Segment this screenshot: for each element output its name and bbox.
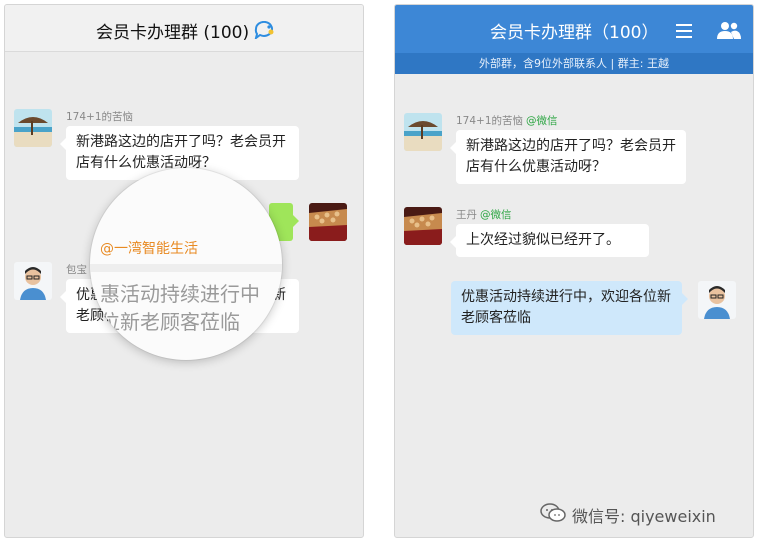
chat-title: 会员卡办理群（100） xyxy=(490,23,659,43)
message-bubble[interactable]: 上次经过貌似已经开了。 xyxy=(450,224,649,257)
right-chat-window: 会员卡办理群（100） 外部群，含9位外部联系人 | 群主: 王越 174+1的… xyxy=(394,4,754,538)
sender-name: 174+1的苦恼 xyxy=(66,111,134,123)
avatar[interactable] xyxy=(404,207,442,245)
watermark: 微信号: qiyeweixin xyxy=(540,503,716,527)
sender-name: 包宝 xyxy=(66,264,87,276)
watermark-text: 微信号: qiyeweixin xyxy=(572,507,716,526)
sender-name: 174+1的苦恼 @微信 xyxy=(456,113,558,128)
group-info-bar: 外部群，含9位外部联系人 | 群主: 王越 xyxy=(395,53,753,74)
sender-name: 王丹 @微信 xyxy=(456,207,512,222)
avatar[interactable] xyxy=(404,113,442,151)
avatar[interactable] xyxy=(14,262,52,300)
magnified-text: 惠活动持续进行中 xyxy=(100,282,260,306)
chat-header: 会员卡办理群（100） xyxy=(395,5,753,53)
mention-label: @一湾智能生活 xyxy=(100,241,198,257)
wechat-tag: @微信 xyxy=(480,209,512,221)
chat-header: 会员卡办理群 (100) xyxy=(5,5,363,52)
chat-bubble-icon[interactable] xyxy=(254,20,276,43)
sender-label: 174+1的苦恼 xyxy=(456,115,524,127)
wechat-tag: @微信 xyxy=(526,115,558,127)
message-bubble[interactable]: 新港路这边的店开了吗？老会员开店有什么优惠活动呀？ xyxy=(450,130,686,184)
menu-icon[interactable] xyxy=(676,23,692,42)
left-chat-window: 会员卡办理群 (100) 174+1的苦恼 新港路这边的店开了吗？老会员开店有什… xyxy=(4,4,364,538)
chat-title: 会员卡办理群 (100) xyxy=(96,23,250,43)
avatar[interactable] xyxy=(698,281,736,319)
wechat-logo-icon xyxy=(540,503,566,527)
group-members-icon[interactable] xyxy=(717,21,741,43)
own-message-bubble[interactable]: 优惠活动持续进行中，欢迎各位新老顾客莅临 xyxy=(451,281,688,335)
divider xyxy=(90,264,282,272)
magnified-text: 位新老顾客莅临 xyxy=(100,310,240,334)
sender-label: 王丹 xyxy=(456,209,477,221)
avatar[interactable] xyxy=(14,109,52,147)
avatar[interactable] xyxy=(309,203,347,241)
magnifier-lens: @一湾智能生活 惠活动持续进行中 位新老顾客莅临 xyxy=(90,168,282,360)
